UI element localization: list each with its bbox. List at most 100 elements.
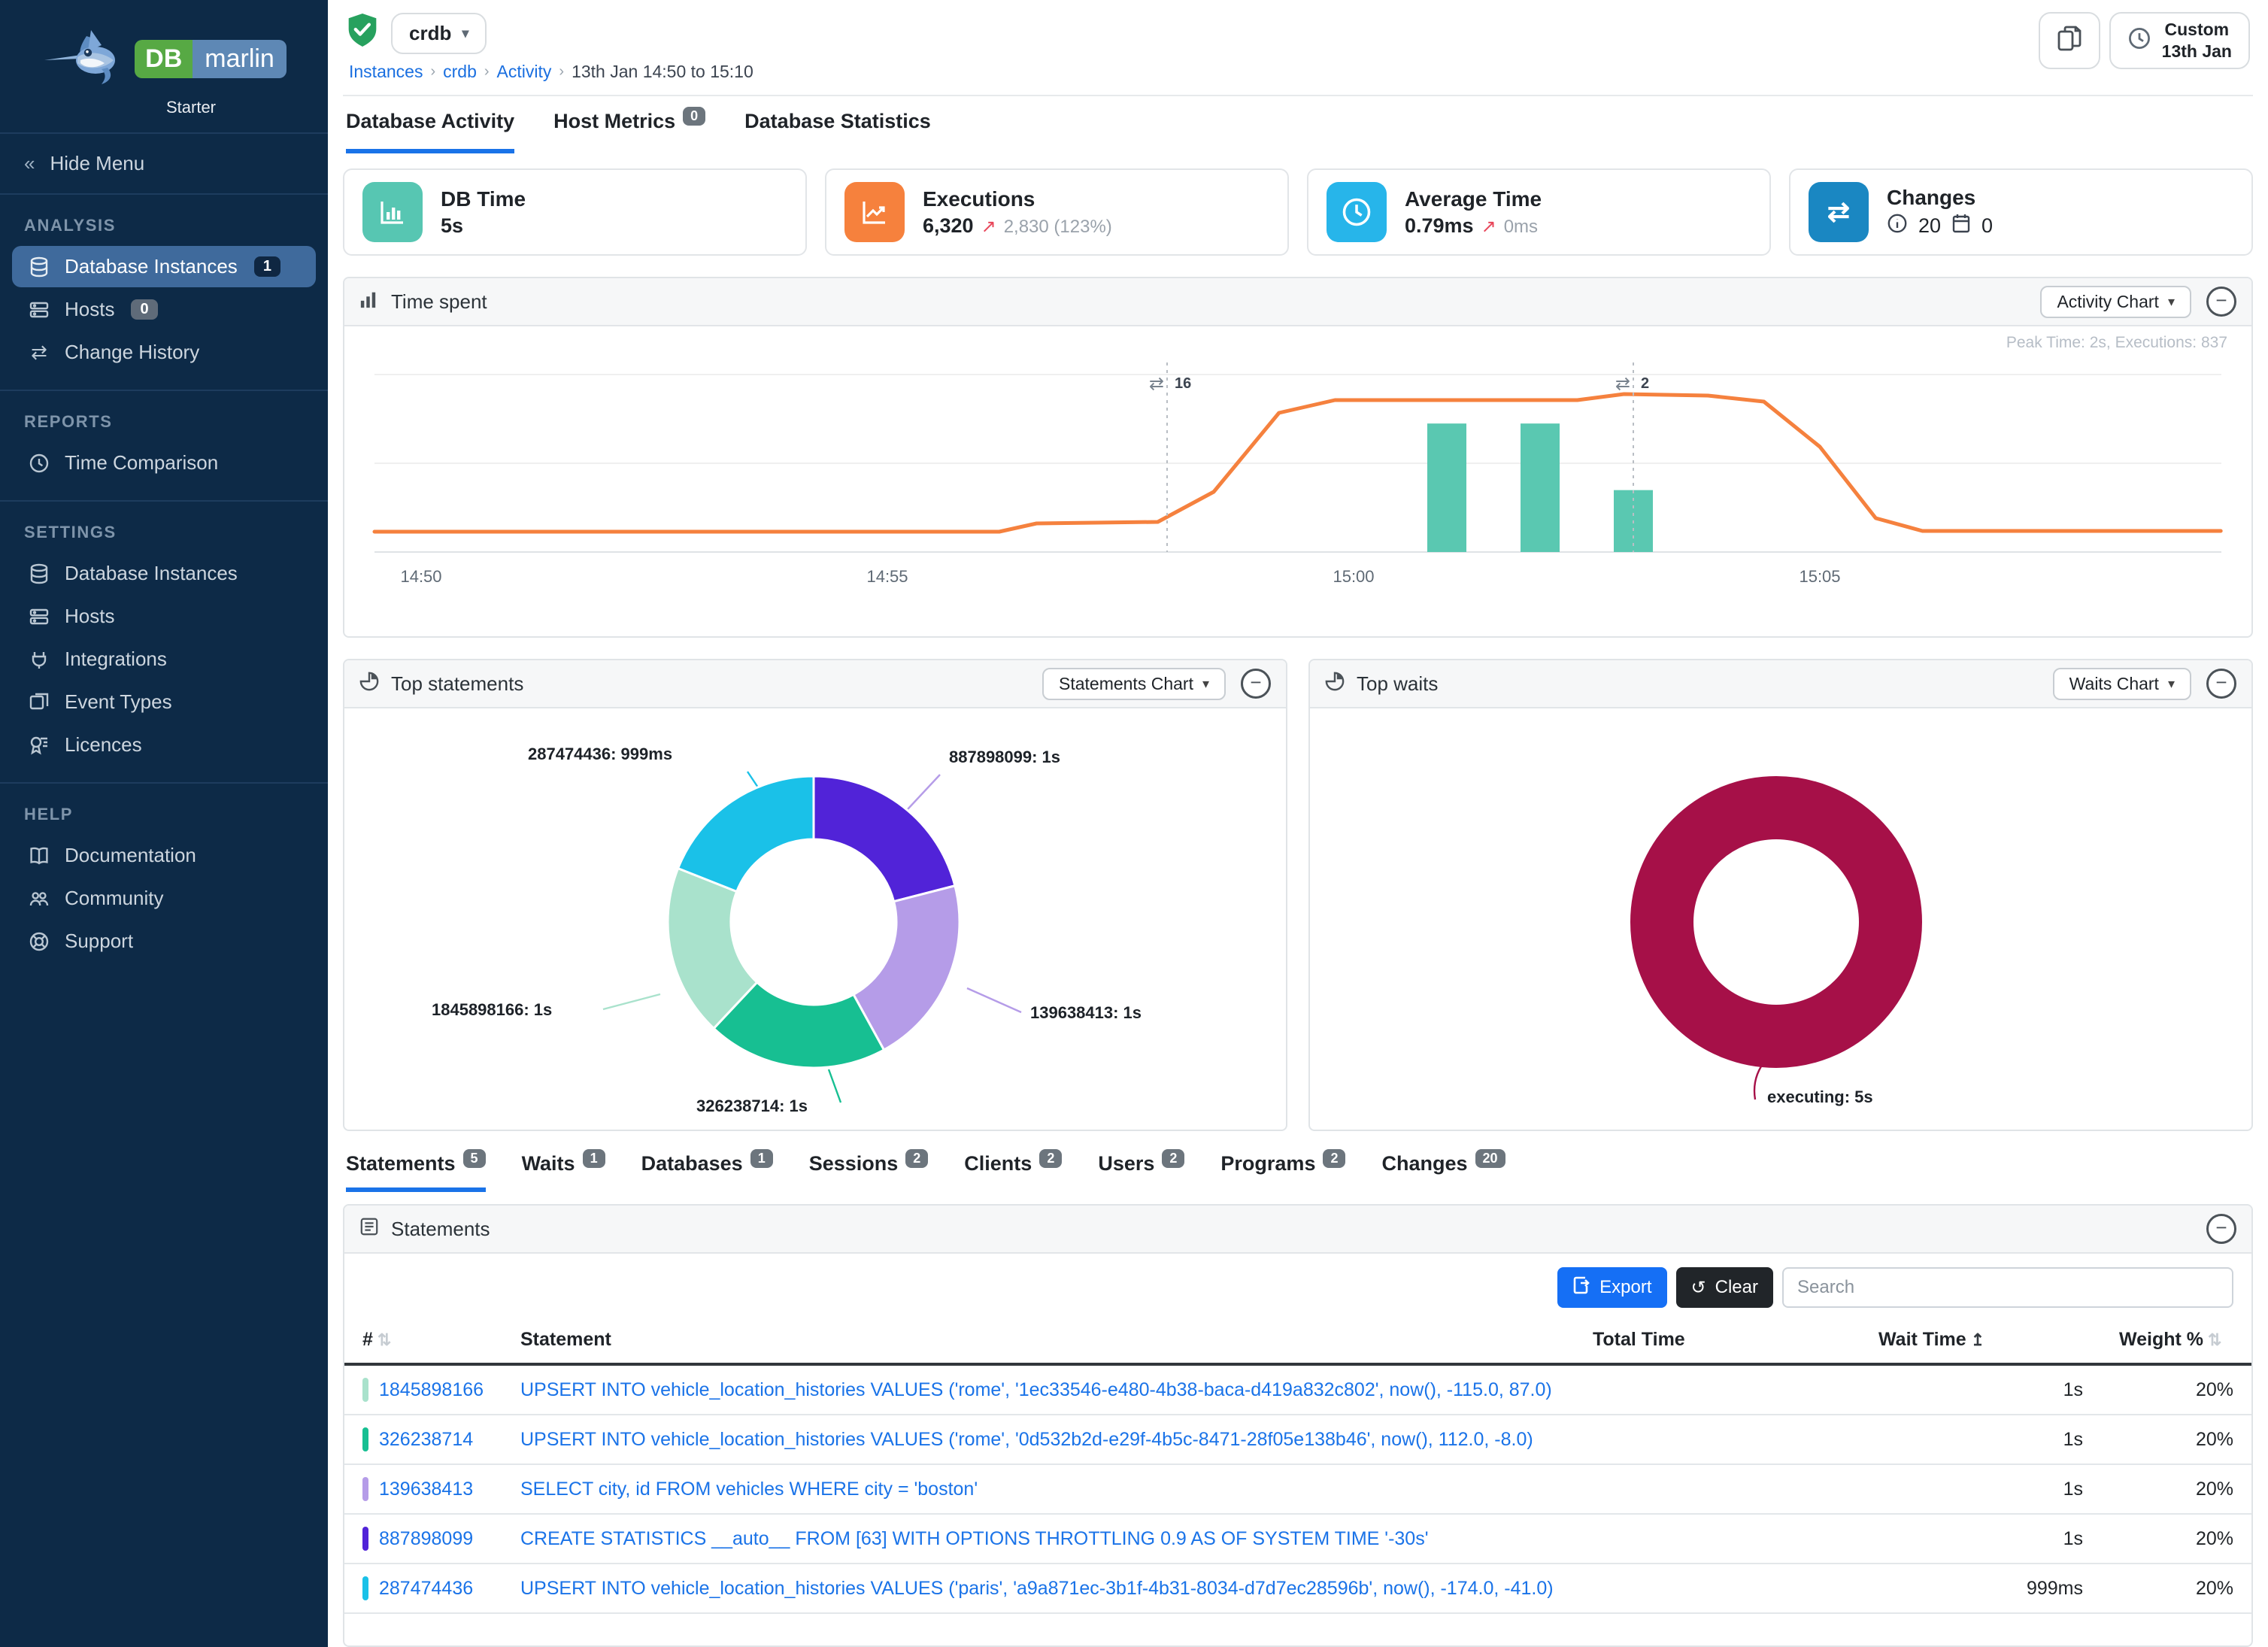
activity-chart-svg[interactable]: ⇄16⇄214:5014:5515:0015:05 — [362, 329, 2233, 600]
kpi-value: 0.79ms — [1405, 214, 1474, 238]
section-title: REPORTS — [0, 412, 328, 441]
statement-id-link[interactable]: 887898099 — [379, 1528, 473, 1550]
kpi-value: 5s — [441, 214, 463, 238]
collapse-panel-button[interactable]: − — [2206, 1214, 2236, 1244]
activity-chart-dropdown[interactable]: Activity Chart ▾ — [2040, 286, 2191, 318]
delta-arrow-icon: ↗ — [1481, 216, 1496, 238]
sidebar-item-database-instances[interactable]: Database Instances 1 — [12, 246, 316, 287]
tab-databases[interactable]: Databases1 — [641, 1152, 773, 1192]
col-header-num[interactable]: #⇅ — [344, 1320, 502, 1364]
statement-link[interactable]: UPSERT INTO vehicle_location_histories V… — [520, 1379, 1552, 1400]
kpi-changes: ⇄ Changes 20 0 — [1789, 168, 2253, 256]
statement-id-link[interactable]: 139638413 — [379, 1479, 473, 1500]
breadcrumb: Instances › crdb › Activity › 13th Jan 1… — [346, 62, 753, 82]
book-icon — [27, 845, 51, 866]
statement-link[interactable]: UPSERT INTO vehicle_location_histories V… — [520, 1429, 1533, 1450]
tab-changes[interactable]: Changes20 — [1381, 1152, 1505, 1192]
donut-label: 887898099: 1s — [949, 748, 1060, 767]
section-title: SETTINGS — [0, 523, 328, 551]
breadcrumb-crdb[interactable]: crdb — [443, 62, 477, 82]
statement-color-bar — [362, 1477, 368, 1501]
collapse-chevrons-icon: « — [24, 152, 35, 175]
donut-label: 326238714: 1s — [696, 1096, 808, 1116]
clear-button[interactable]: ↺ Clear — [1676, 1267, 1773, 1308]
statement-color-bar — [362, 1527, 368, 1551]
sidebar-item-documentation[interactable]: Documentation — [12, 835, 316, 876]
undo-icon: ↺ — [1691, 1277, 1706, 1299]
waits-donut-svg[interactable] — [1310, 708, 2250, 1131]
sidebar-item-time-comparison[interactable]: Time Comparison — [12, 442, 316, 484]
tab-badge: 2 — [1162, 1149, 1184, 1168]
breadcrumb-instances[interactable]: Instances — [349, 62, 423, 82]
breadcrumb-activity[interactable]: Activity — [497, 62, 552, 82]
col-header-statement[interactable]: Statement — [502, 1320, 1575, 1364]
tab-clients[interactable]: Clients2 — [964, 1152, 1062, 1192]
sidebar-item-label: Database Instances — [65, 255, 238, 278]
collapse-panel-button[interactable]: − — [2206, 287, 2236, 317]
donut-label: 287474436: 999ms — [528, 745, 672, 764]
sidebar-item-event-types[interactable]: Event Types — [12, 681, 316, 723]
tab-host-metrics[interactable]: Host Metrics0 — [553, 110, 705, 153]
statement-link[interactable]: SELECT city, id FROM vehicles WHERE city… — [520, 1479, 978, 1500]
sidebar-item-label: Hosts — [65, 298, 114, 321]
chevron-down-icon: ▾ — [2168, 676, 2175, 692]
tab-sessions[interactable]: Sessions2 — [809, 1152, 929, 1192]
kpi-delta: 0ms — [1504, 217, 1538, 238]
time-range-button[interactable]: Custom 13th Jan — [2109, 12, 2250, 69]
pie-chart-icon — [1325, 672, 1345, 696]
sidebar-item-label: Licences — [65, 733, 142, 757]
tab-users[interactable]: Users2 — [1098, 1152, 1184, 1192]
sort-icon: ⇅ — [2208, 1330, 2221, 1349]
sidebar-item-support[interactable]: Support — [12, 921, 316, 962]
top-waits-panel: Top waits Waits Chart ▾ − executing: 5 — [1308, 659, 2253, 1131]
tab-database-activity[interactable]: Database Activity — [346, 110, 514, 153]
copy-button[interactable] — [2039, 12, 2100, 69]
search-input[interactable] — [1782, 1267, 2233, 1308]
weight-value: 20% — [2101, 1364, 2251, 1415]
kpi-delta: 2,830 (123%) — [1004, 217, 1112, 238]
col-header-wait-time[interactable]: Wait Time↥ — [1860, 1320, 2101, 1364]
statement-id-link[interactable]: 1845898166 — [379, 1379, 484, 1401]
col-header-weight[interactable]: Weight %⇅ — [2101, 1320, 2251, 1364]
sidebar-item-community[interactable]: Community — [12, 878, 316, 919]
life-ring-icon — [27, 931, 51, 952]
chevron-down-icon: ▾ — [462, 26, 468, 41]
weight-value: 20% — [2101, 1464, 2251, 1514]
instance-selector[interactable]: crdb ▾ — [391, 13, 487, 54]
tab-statements[interactable]: Statements5 — [346, 1152, 486, 1192]
marlin-fish-icon — [41, 21, 129, 93]
clock-icon — [2127, 26, 2151, 56]
statement-link[interactable]: CREATE STATISTICS __auto__ FROM [63] WIT… — [520, 1528, 1428, 1549]
statement-id-link[interactable]: 287474436 — [379, 1578, 473, 1600]
breadcrumb-separator: › — [484, 63, 490, 80]
statements-donut-svg[interactable] — [344, 708, 1284, 1131]
statements-chart-dropdown[interactable]: Statements Chart ▾ — [1042, 668, 1226, 700]
tab-database-statistics[interactable]: Database Statistics — [744, 110, 931, 153]
export-button[interactable]: Export — [1557, 1267, 1666, 1308]
clock-icon — [27, 453, 51, 474]
wait-time-value: 1s — [1860, 1364, 2101, 1415]
licence-icon — [27, 735, 51, 756]
breadcrumb-separator: › — [559, 63, 564, 80]
tab-programs[interactable]: Programs2 — [1220, 1152, 1345, 1192]
table-row: 326238714 UPSERT INTO vehicle_location_h… — [344, 1415, 2251, 1464]
tab-waits[interactable]: Waits1 — [522, 1152, 605, 1192]
col-header-total-time[interactable]: Total Time — [1575, 1320, 1860, 1364]
statement-id-link[interactable]: 326238714 — [379, 1429, 473, 1451]
waits-chart-dropdown[interactable]: Waits Chart ▾ — [2053, 668, 2191, 700]
sidebar-item-settings-database-instances[interactable]: Database Instances — [12, 553, 316, 594]
wait-time-value: 1s — [1860, 1464, 2101, 1514]
sidebar-item-change-history[interactable]: ⇄ Change History — [12, 332, 316, 373]
collapse-panel-button[interactable]: − — [2206, 669, 2236, 699]
sidebar-item-integrations[interactable]: Integrations — [12, 638, 316, 680]
sidebar-item-settings-hosts[interactable]: Hosts — [12, 596, 316, 637]
tab-badge: 1 — [583, 1149, 605, 1168]
sidebar-item-licences[interactable]: Licences — [12, 724, 316, 766]
statement-link[interactable]: UPSERT INTO vehicle_location_histories V… — [520, 1578, 1554, 1599]
statement-color-bar — [362, 1576, 368, 1600]
collapse-panel-button[interactable]: − — [1241, 669, 1271, 699]
bar-chart-icon — [362, 182, 423, 242]
svg-text:14:55: 14:55 — [866, 567, 908, 586]
hide-menu-button[interactable]: « Hide Menu — [0, 132, 328, 195]
sidebar-item-hosts[interactable]: Hosts 0 — [12, 289, 316, 330]
